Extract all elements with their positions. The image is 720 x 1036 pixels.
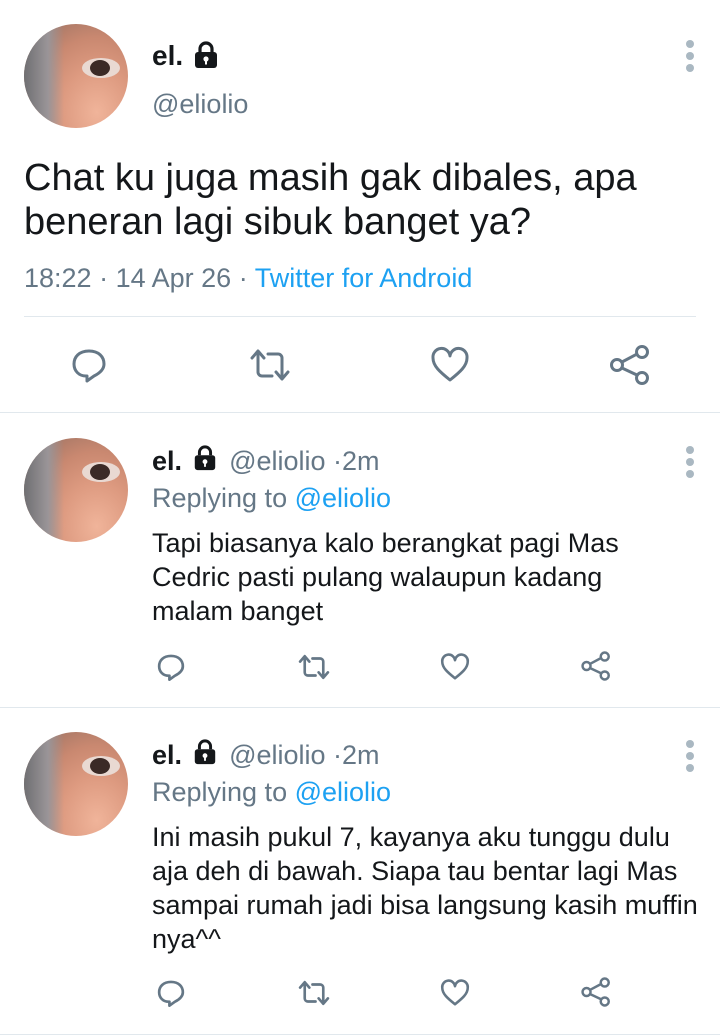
divider <box>0 707 720 708</box>
avatar[interactable] <box>24 438 128 542</box>
display-name[interactable]: el. <box>152 740 182 770</box>
reply-header: el. @eliolio ·2m <box>152 738 380 771</box>
replying-label: Replying to <box>152 777 288 807</box>
lock-icon <box>192 738 218 766</box>
tweet-text: Ini masih pukul 7, kayanya aku tunggu du… <box>152 822 698 954</box>
retweet-icon[interactable] <box>297 652 331 682</box>
more-vertical-icon[interactable] <box>686 446 694 482</box>
divider <box>24 316 696 317</box>
avatar[interactable] <box>24 24 128 128</box>
display-name[interactable]: el. <box>152 446 182 476</box>
replying-to: Replying to @eliolio <box>152 482 391 514</box>
meta-separator: · <box>99 263 109 293</box>
replying-to: Replying to @eliolio <box>152 776 391 808</box>
reply-icon[interactable] <box>70 346 108 384</box>
tweet-source[interactable]: Twitter for Android <box>255 263 473 293</box>
replying-to-handle[interactable]: @eliolio <box>295 483 391 513</box>
display-name[interactable]: el. <box>152 40 183 72</box>
meta-separator: · <box>333 446 343 476</box>
share-icon[interactable] <box>580 650 612 682</box>
share-icon[interactable] <box>580 976 612 1008</box>
meta-separator: · <box>333 740 343 770</box>
retweet-icon[interactable] <box>248 346 292 384</box>
tweet-age: 2m <box>342 740 380 770</box>
heart-icon[interactable] <box>440 652 470 682</box>
reply-icon[interactable] <box>156 652 186 682</box>
lock-icon <box>192 40 220 70</box>
reply-header: el. @eliolio ·2m <box>152 444 380 477</box>
meta-separator: · <box>238 263 248 293</box>
tweet-text: Tapi biasanya kalo berangkat pagi Mas Ce… <box>152 528 619 626</box>
heart-icon[interactable] <box>440 978 470 1008</box>
lock-icon <box>192 444 218 472</box>
replying-label: Replying to <box>152 483 288 513</box>
share-icon[interactable] <box>608 344 652 386</box>
divider <box>0 1034 720 1035</box>
replying-to-handle[interactable]: @eliolio <box>295 777 391 807</box>
avatar[interactable] <box>24 732 128 836</box>
tweet-age: 2m <box>342 446 380 476</box>
more-vertical-icon[interactable] <box>686 40 694 76</box>
retweet-icon[interactable] <box>297 978 331 1008</box>
divider <box>0 412 720 413</box>
handle[interactable]: @eliolio <box>152 88 248 120</box>
tweet-time: 18:22 <box>24 263 92 293</box>
heart-icon[interactable] <box>430 346 470 384</box>
more-vertical-icon[interactable] <box>686 740 694 776</box>
tweet-meta: 18:22 · 14 Apr 26 · Twitter for Android <box>24 262 472 294</box>
handle[interactable]: @eliolio <box>229 740 325 770</box>
handle[interactable]: @eliolio <box>229 446 325 476</box>
reply-icon[interactable] <box>156 978 186 1008</box>
tweet-text: Chat ku juga masih gak dibales, apa bene… <box>24 157 637 243</box>
tweet-date: 14 Apr 26 <box>115 263 232 293</box>
